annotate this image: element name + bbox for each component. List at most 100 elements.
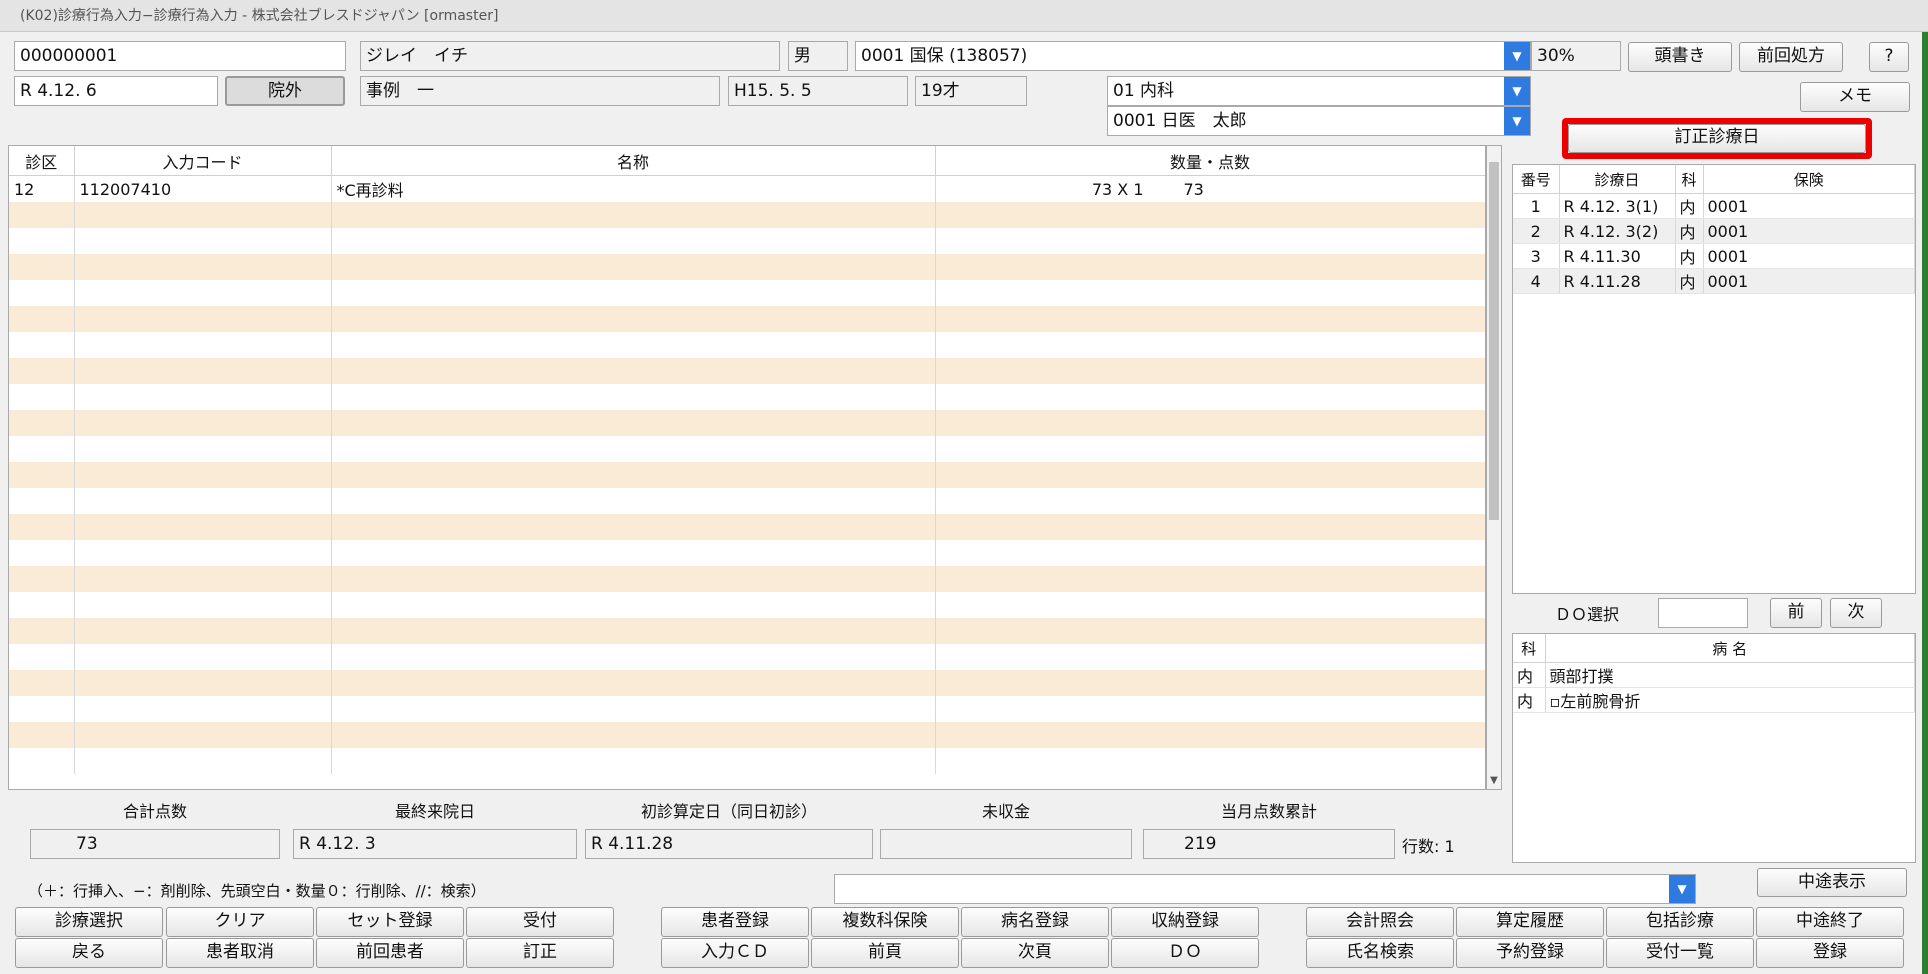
empty-cell[interactable] [935, 384, 1485, 410]
empty-cell[interactable] [935, 696, 1485, 722]
empty-cell[interactable] [331, 722, 936, 748]
table-row[interactable]: 12 112007410 *C再診料 73 X 1 73 [9, 175, 1485, 202]
empty-cell[interactable] [331, 306, 936, 332]
empty-cell[interactable] [9, 566, 75, 592]
command-select[interactable]: ▼ [834, 874, 1696, 904]
empty-cell[interactable] [74, 332, 332, 358]
department-select[interactable]: 01 内科 ▼ [1107, 76, 1531, 106]
fkey-reception[interactable]: 受付 [466, 907, 614, 937]
midway-display-button[interactable]: 中途表示 [1757, 868, 1907, 897]
empty-cell[interactable] [935, 722, 1485, 748]
fkey-clear[interactable]: クリア [166, 907, 314, 937]
empty-cell[interactable] [74, 670, 332, 696]
fkey-set-register[interactable]: セット登録 [316, 907, 464, 937]
empty-cell[interactable] [9, 202, 75, 228]
fkey-midway-end[interactable]: 中途終了 [1756, 907, 1904, 937]
empty-cell[interactable] [935, 280, 1485, 306]
empty-cell[interactable] [9, 670, 75, 696]
table-row[interactable] [9, 592, 1485, 618]
empty-cell[interactable] [331, 332, 936, 358]
grid-scrollbar-thumb[interactable] [1489, 162, 1499, 520]
disease-row[interactable]: 内頭部打撲 [1513, 662, 1915, 688]
empty-cell[interactable] [331, 436, 936, 462]
empty-cell[interactable] [9, 306, 75, 332]
empty-cell[interactable] [935, 592, 1485, 618]
empty-cell[interactable] [74, 306, 332, 332]
history-row[interactable]: 3R 4.11.30 内 0001 [1513, 243, 1915, 269]
fkey-back[interactable]: 戻る [15, 938, 163, 968]
history-row[interactable]: 1R 4.12. 3(1) 内 0001 [1513, 193, 1915, 219]
empty-cell[interactable] [74, 228, 332, 254]
fkey-reception-list[interactable]: 受付一覧 [1606, 938, 1754, 968]
fkey-prev-patient[interactable]: 前回患者 [316, 938, 464, 968]
chevron-down-icon[interactable]: ▼ [1504, 77, 1530, 105]
history-row[interactable]: 4R 4.11.28 内 0001 [1513, 268, 1915, 294]
empty-cell[interactable] [74, 722, 332, 748]
empty-cell[interactable] [331, 280, 936, 306]
empty-cell[interactable] [74, 358, 332, 384]
empty-cell[interactable] [331, 592, 936, 618]
empty-cell[interactable] [935, 488, 1485, 514]
table-row[interactable] [9, 410, 1485, 436]
empty-cell[interactable] [935, 670, 1485, 696]
table-row[interactable] [9, 644, 1485, 670]
empty-cell[interactable] [331, 228, 936, 254]
table-row[interactable] [9, 384, 1485, 410]
empty-cell[interactable] [935, 618, 1485, 644]
do-select-input[interactable] [1658, 598, 1748, 628]
empty-cell[interactable] [935, 228, 1485, 254]
fkey-input-cd[interactable]: 入力ＣＤ [661, 938, 809, 968]
fkey-patient-register[interactable]: 患者登録 [661, 907, 809, 937]
empty-cell[interactable] [935, 540, 1485, 566]
empty-cell[interactable] [331, 462, 936, 488]
empty-cell[interactable] [331, 618, 936, 644]
cell-kubun[interactable]: 12 [9, 175, 75, 202]
fkey-name-search[interactable]: 氏名検索 [1306, 938, 1454, 968]
cell-qty[interactable]: 73 X 1 73 [935, 175, 1485, 202]
fkey-calc-history[interactable]: 算定履歴 [1456, 907, 1604, 937]
empty-cell[interactable] [9, 358, 75, 384]
outpatient-toggle[interactable]: 院外 [225, 76, 345, 106]
empty-cell[interactable] [9, 540, 75, 566]
header-button[interactable]: 頭書き [1628, 42, 1732, 72]
empty-cell[interactable] [935, 514, 1485, 540]
empty-cell[interactable] [935, 566, 1485, 592]
table-row[interactable] [9, 696, 1485, 722]
table-row[interactable] [9, 722, 1485, 748]
empty-cell[interactable] [331, 696, 936, 722]
memo-button[interactable]: メモ [1800, 82, 1910, 112]
fkey-billing-inquiry[interactable]: 会計照会 [1306, 907, 1454, 937]
patient-id-field[interactable]: 000000001 [14, 41, 346, 71]
table-row[interactable] [9, 462, 1485, 488]
visit-date-field[interactable]: R 4.12. 6 [14, 76, 218, 106]
treatment-grid[interactable]: 診区 入力コード 名称 数量・点数 12 112007410 *C再診料 73 … [8, 145, 1486, 790]
fkey-comprehensive-care[interactable]: 包括診療 [1606, 907, 1754, 937]
empty-cell[interactable] [331, 358, 936, 384]
disease-row[interactable]: 内 ▫左前腕骨折 [1513, 687, 1915, 713]
help-button[interactable]: ? [1869, 42, 1909, 72]
empty-cell[interactable] [9, 228, 75, 254]
empty-cell[interactable] [74, 488, 332, 514]
empty-cell[interactable] [9, 254, 75, 280]
insurance-select[interactable]: 0001 国保 (138057) ▼ [855, 41, 1531, 71]
empty-cell[interactable] [935, 462, 1485, 488]
chevron-down-icon[interactable]: ▼ [1504, 107, 1530, 135]
empty-cell[interactable] [74, 462, 332, 488]
empty-cell[interactable] [74, 566, 332, 592]
table-row[interactable] [9, 748, 1485, 774]
empty-cell[interactable] [331, 410, 936, 436]
empty-cell[interactable] [331, 644, 936, 670]
empty-cell[interactable] [74, 280, 332, 306]
table-row[interactable] [9, 540, 1485, 566]
fkey-disease-register[interactable]: 病名登録 [961, 907, 1109, 937]
empty-cell[interactable] [9, 514, 75, 540]
empty-cell[interactable] [9, 592, 75, 618]
empty-cell[interactable] [9, 410, 75, 436]
fkey-reservation[interactable]: 予約登録 [1456, 938, 1604, 968]
empty-cell[interactable] [9, 436, 75, 462]
do-prev-button[interactable]: 前 [1770, 598, 1822, 628]
disease-table[interactable]: 科 病 名 内頭部打撲 内 ▫左前腕骨折 [1512, 633, 1916, 863]
empty-cell[interactable] [74, 748, 332, 774]
empty-cell[interactable] [935, 254, 1485, 280]
empty-cell[interactable] [331, 202, 936, 228]
